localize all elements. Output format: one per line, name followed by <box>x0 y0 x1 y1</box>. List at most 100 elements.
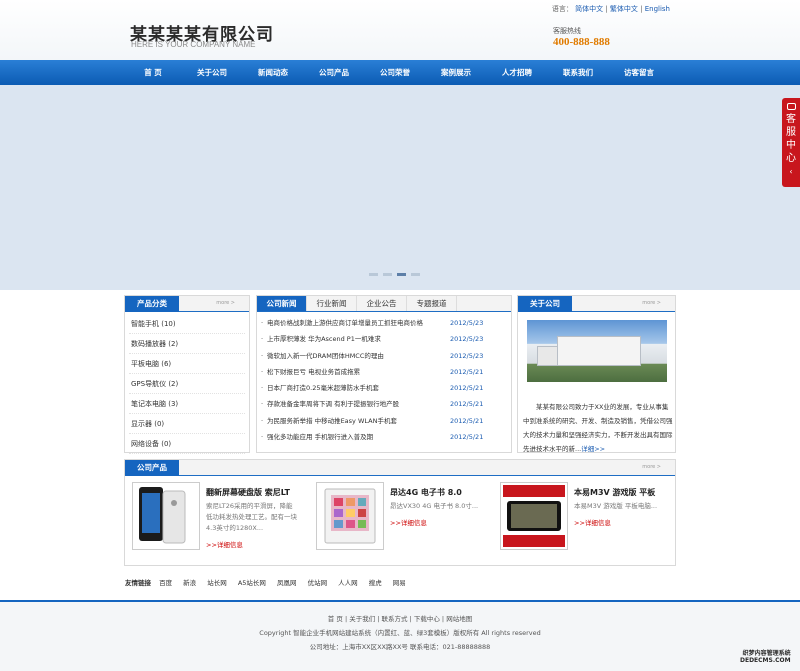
category-more-link[interactable]: more > <box>216 300 235 306</box>
nav-home[interactable]: 首 页 <box>128 60 178 85</box>
news-date: 2012/5/23 <box>450 335 484 344</box>
friend-link[interactable]: 凤凰网 <box>277 579 297 587</box>
slider-dot-active[interactable] <box>397 273 406 276</box>
nav-products[interactable]: 公司产品 <box>307 60 361 85</box>
product-name[interactable]: 翻新屏幕硬盘版 索尼LT <box>206 487 290 498</box>
news-date: 2012/5/23 <box>450 351 484 360</box>
category-item[interactable]: GPS导航仪 (2) <box>129 374 245 394</box>
category-item[interactable]: 网络设备 (0) <box>129 434 245 454</box>
news-title[interactable]: 存款准备金率周将下调 有利于提振银行地产股 <box>267 396 450 412</box>
news-item[interactable]: · 微软加入新一代DRAM团体HMCC的理由 2012/5/23 <box>261 348 507 364</box>
news-date: 2012/5/21 <box>450 400 484 409</box>
footer-link[interactable]: 网站地图 <box>446 615 472 623</box>
chat-bubble-icon <box>786 103 796 110</box>
friend-link[interactable]: A5站长网 <box>238 579 266 587</box>
nav-about[interactable]: 关于公司 <box>185 60 239 85</box>
nav-jobs[interactable]: 人才招聘 <box>490 60 544 85</box>
news-title[interactable]: 微软加入新一代DRAM团体HMCC的理由 <box>267 348 450 364</box>
banner-slider[interactable] <box>0 85 800 290</box>
news-item[interactable]: · 存款准备金率周将下调 有利于提振银行地产股 2012/5/21 <box>261 396 507 412</box>
news-item[interactable]: · 电商价格战刺激上游供应商订单增量员工抓狂电商价格 2012/5/23 <box>261 315 507 331</box>
news-title[interactable]: 上市厚积薄发 华为Ascend P1一机难求 <box>267 331 450 347</box>
friend-link[interactable]: 网易 <box>393 579 406 587</box>
about-header: 关于公司 more > <box>518 296 675 312</box>
footer-link[interactable]: 下载中心 <box>414 615 440 623</box>
news-item[interactable]: · 松下财报巨亏 电视业务首成拖累 2012/5/21 <box>261 364 507 380</box>
friend-links-label: 友情链接 <box>125 579 151 587</box>
product-name[interactable]: 昂达4G 电子书 8.0 <box>390 487 462 498</box>
product-detail-link[interactable]: >>详细信息 <box>574 517 611 527</box>
nav-news[interactable]: 新闻动态 <box>246 60 300 85</box>
product-name[interactable]: 本易M3V 游戏版 平板 <box>574 487 655 498</box>
slider-dot[interactable] <box>383 273 392 276</box>
footer-link[interactable]: 关于我们 <box>349 615 375 623</box>
news-item[interactable]: · 上市厚积薄发 华为Ascend P1一机难求 2012/5/23 <box>261 331 507 347</box>
product-image-phone[interactable] <box>132 482 200 550</box>
lang-traditional-link[interactable]: 繁体中文 <box>610 5 638 13</box>
copyright-text: Copyright 智能企业手机网站建站系统（内置红、蓝、绿3套模板）版权所有 … <box>259 629 541 637</box>
category-item[interactable]: 智能手机 (10) <box>129 314 245 334</box>
product-image-tablet[interactable] <box>500 482 568 550</box>
tab-industry-news[interactable]: 行业新闻 <box>307 296 357 311</box>
category-item[interactable]: 笔记本电脑 (3) <box>129 394 245 414</box>
news-title[interactable]: 松下财报巨亏 电视业务首成拖累 <box>267 364 450 380</box>
news-panel: 公司新闻 行业新闻 企业公告 专题报道 · 电商价格战刺激上游供应商订单增量员工抓… <box>256 295 512 453</box>
tab-features[interactable]: 专题报道 <box>407 296 457 311</box>
customer-service-tab[interactable]: 客服中心 ‹ <box>782 98 800 187</box>
slider-dot[interactable] <box>411 273 420 276</box>
category-item[interactable]: 数码播放器 (2) <box>129 334 245 354</box>
news-title[interactable]: 日本厂商打造0.25毫米超薄防水手机套 <box>267 380 450 396</box>
product-card: 本易M3V 游戏版 平板 本易M3V 游戏版 平板电脑... >>详细信息 <box>500 482 670 556</box>
product-detail-link[interactable]: >>详细信息 <box>206 539 243 549</box>
tablet-illustration <box>501 483 567 549</box>
hotline-number: 400-888-888 <box>553 36 610 48</box>
news-item[interactable]: · 强化多功能应用 手机银行进入普及期 2012/5/21 <box>261 429 507 445</box>
nav-cases[interactable]: 案例展示 <box>429 60 483 85</box>
watermark-line-1: 织梦内容管理系统 <box>742 650 791 657</box>
lang-simplified-link[interactable]: 简体中文 <box>575 5 603 13</box>
hotline-label: 客服热线 <box>553 27 581 35</box>
category-item[interactable]: 显示器 (0) <box>129 414 245 434</box>
product-card: 翻新屏幕硬盘版 索尼LT 索尼LT26采用的平滑屏，降能低功耗发热处理工艺。配有… <box>132 482 302 556</box>
category-title: 产品分类 <box>125 296 179 312</box>
tab-announcements[interactable]: 企业公告 <box>357 296 407 311</box>
friend-link[interactable]: 搜虎 <box>369 579 382 587</box>
news-item[interactable]: · 为民服务新举措 中移动推Easy WLAN手机套 2012/5/21 <box>261 413 507 429</box>
friend-link[interactable]: 新浪 <box>183 579 196 587</box>
product-image-ebook[interactable] <box>316 482 384 550</box>
products-title: 公司产品 <box>125 460 179 476</box>
news-title[interactable]: 为民服务新举措 中移动推Easy WLAN手机套 <box>267 413 450 429</box>
product-detail-link[interactable]: >>详细信息 <box>390 517 427 527</box>
lang-english-link[interactable]: English <box>645 5 670 13</box>
watermark-line-2: DEDECMS.COM <box>740 657 791 664</box>
about-detail-link[interactable]: 详细>> <box>581 445 605 453</box>
tab-company-news[interactable]: 公司新闻 <box>257 296 307 311</box>
friend-link[interactable]: 百度 <box>159 579 172 587</box>
company-name-en: HERE IS YOUR COMPANY NAME <box>131 40 256 49</box>
nav-contact[interactable]: 联系我们 <box>551 60 605 85</box>
about-more-link[interactable]: more > <box>642 300 661 306</box>
news-date: 2012/5/21 <box>450 433 484 442</box>
footer-link[interactable]: 联系方式 <box>382 615 408 623</box>
news-title[interactable]: 强化多功能应用 手机银行进入普及期 <box>267 429 450 445</box>
category-item[interactable]: 平板电脑 (6) <box>129 354 245 374</box>
about-title: 关于公司 <box>518 296 572 312</box>
dedecms-watermark: 织梦内容管理系统 DEDECMS.COM <box>740 650 791 664</box>
category-list: 智能手机 (10) 数码播放器 (2) 平板电脑 (6) GPS导航仪 (2) … <box>125 312 249 456</box>
news-title[interactable]: 电商价格战刺激上游供应商订单增量员工抓狂电商价格 <box>267 315 450 331</box>
chevron-left-icon: ‹ <box>789 167 793 176</box>
nav-honors[interactable]: 公司荣誉 <box>368 60 422 85</box>
product-card: 昂达4G 电子书 8.0 昂达VX30 4G 电子书 8.0寸... >>详细信… <box>316 482 486 556</box>
nav-guestbook[interactable]: 访客留言 <box>612 60 666 85</box>
friend-link[interactable]: 人人网 <box>338 579 358 587</box>
friend-link[interactable]: 站长网 <box>207 579 227 587</box>
friend-link[interactable]: 优站网 <box>308 579 328 587</box>
news-item[interactable]: · 日本厂商打造0.25毫米超薄防水手机套 2012/5/21 <box>261 380 507 396</box>
slider-dot[interactable] <box>369 273 378 276</box>
products-more-link[interactable]: more > <box>642 464 661 470</box>
products-panel: 公司产品 more > 翻新屏幕硬盘版 索尼LT 索尼LT26采用的平滑屏，降能… <box>124 459 676 566</box>
news-date: 2012/5/23 <box>450 319 484 327</box>
news-date: 2012/5/21 <box>450 367 484 376</box>
about-summary: 某某有限公司致力于XX业的发展，专业从事集中到准系统的研究、开发、制造及销售，凭… <box>523 400 673 456</box>
footer-link[interactable]: 首 页 <box>328 615 343 623</box>
